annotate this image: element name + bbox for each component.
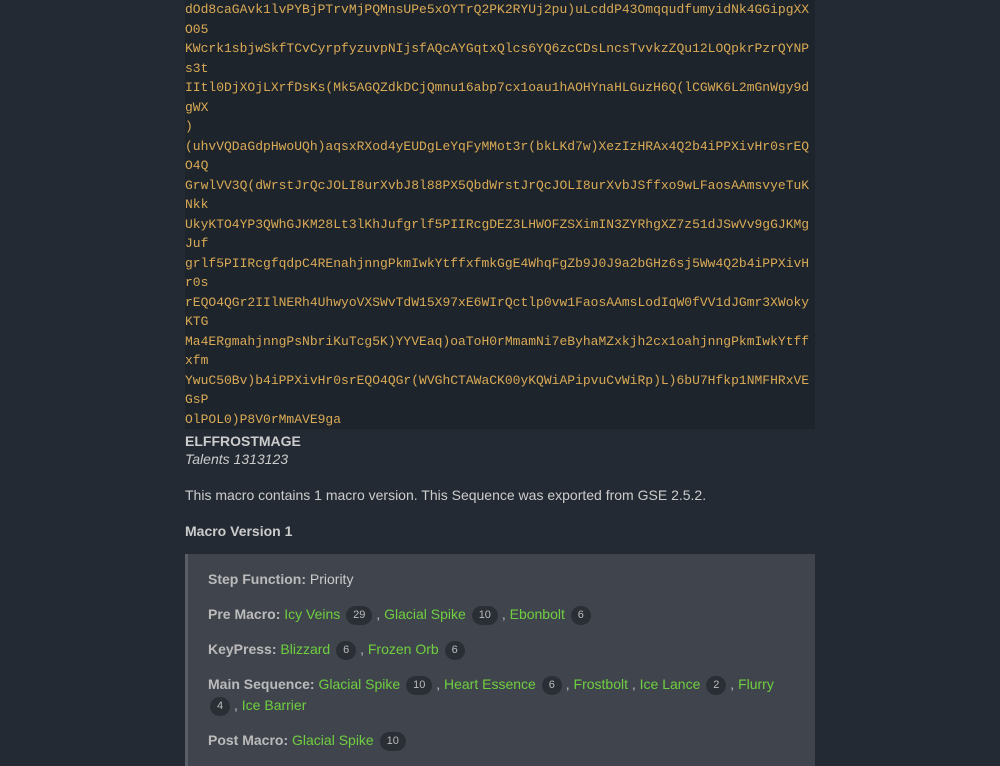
count-badge: 6 [445,641,465,660]
macro-title: ELFFROSTMAGE [185,433,815,449]
count-badge: 6 [571,606,591,625]
talents-line: Talents 1313123 [185,451,815,467]
step-function-label: Step Function: [208,571,306,587]
encoded-line: grlf5PIIRcgfqdpC4REnahjnngPkmIwkYtffxfmk… [185,254,815,293]
separator: , [498,606,506,622]
post-macro-row: Post Macro: Glacial Spike 10 [208,730,795,751]
encoded-line: UkyKTO4YP3QWhGJKM28Lt3lKhJufgrlf5PIIRcgD… [185,215,815,254]
ability-link[interactable]: Flurry [738,676,774,692]
encoded-line: ) [185,117,815,137]
encoded-line: OlPOL0)P8V0rMmAVE9ga [185,410,815,430]
separator: , [432,676,440,692]
version-header: Macro Version 1 [185,523,815,539]
main-sequence-row: Main Sequence: Glacial Spike 10 , Heart … [208,674,795,716]
count-badge: 29 [346,606,372,625]
step-function-value: Priority [310,571,354,587]
talents-value: 1313123 [234,451,289,467]
ability-link[interactable]: Heart Essence [444,676,536,692]
separator: , [562,676,570,692]
separator: , [628,676,636,692]
encoded-line: rEQO4QGr2IIlNERh4UhwyoVXSWvTdW15X97xE6WI… [185,293,815,332]
ability-link[interactable]: Glacial Spike [292,732,374,748]
macro-details-box: Step Function: Priority Pre Macro: Icy V… [185,554,815,766]
ability-link[interactable]: Icy Veins [284,606,340,622]
pre-macro-row: Pre Macro: Icy Veins 29 , Glacial Spike … [208,604,795,625]
ability-link[interactable]: Frozen Orb [368,641,439,657]
step-function-row: Step Function: Priority [208,569,795,590]
count-badge: 10 [380,732,406,751]
count-badge: 2 [706,676,726,695]
count-badge: 10 [472,606,498,625]
count-badge: 4 [210,697,230,716]
separator: , [372,606,380,622]
separator: , [356,641,364,657]
post-macro-label: Post Macro: [208,732,288,748]
count-badge: 6 [336,641,356,660]
ability-link[interactable]: Ice Barrier [242,697,307,713]
encoded-line: IItl0DjXOjLXrfDsKs(Mk5AGQZdkDCjQmnu16abp… [185,78,815,117]
separator: , [726,676,734,692]
count-badge: 10 [406,676,432,695]
encoded-line: YwuC50Bv)b4iPPXivHr0srEQO4QGr(WVGhCTAWaC… [185,371,815,410]
encoded-string-block: dOd8caGAvk1lvPYBjPTrvMjPQMnsUPe5xOYTrQ2P… [185,0,815,429]
ability-link[interactable]: Ice Lance [640,676,701,692]
encoded-line: dOd8caGAvk1lvPYBjPTrvMjPQMnsUPe5xOYTrQ2P… [185,0,815,39]
keypress-row: KeyPress: Blizzard 6 , Frozen Orb 6 [208,639,795,660]
macro-description: This macro contains 1 macro version. Thi… [185,487,815,503]
separator: , [230,697,238,713]
encoded-line: KWcrk1sbjwSkfTCvCyrpfyzuvpNIjsfAQcAYGqtx… [185,39,815,78]
ability-link[interactable]: Glacial Spike [318,676,400,692]
main-sequence-label: Main Sequence: [208,676,315,692]
ability-link[interactable]: Frostbolt [574,676,628,692]
ability-link[interactable]: Ebonbolt [510,606,565,622]
ability-link[interactable]: Glacial Spike [384,606,466,622]
pre-macro-label: Pre Macro: [208,606,280,622]
ability-link[interactable]: Blizzard [280,641,330,657]
count-badge: 6 [542,676,562,695]
talents-label: Talents [185,451,230,467]
encoded-line: Ma4ERgmahjnngPsNbriKuTcg5K)YYVEaq)oaToH0… [185,332,815,371]
keypress-label: KeyPress: [208,641,277,657]
encoded-line: (uhvVQDaGdpHwoUQh)aqsxRXod4yEUDgLeYqFyMM… [185,137,815,176]
encoded-line: GrwlVV3Q(dWrstJrQcJOLI8urXvbJ8l88PX5QbdW… [185,176,815,215]
